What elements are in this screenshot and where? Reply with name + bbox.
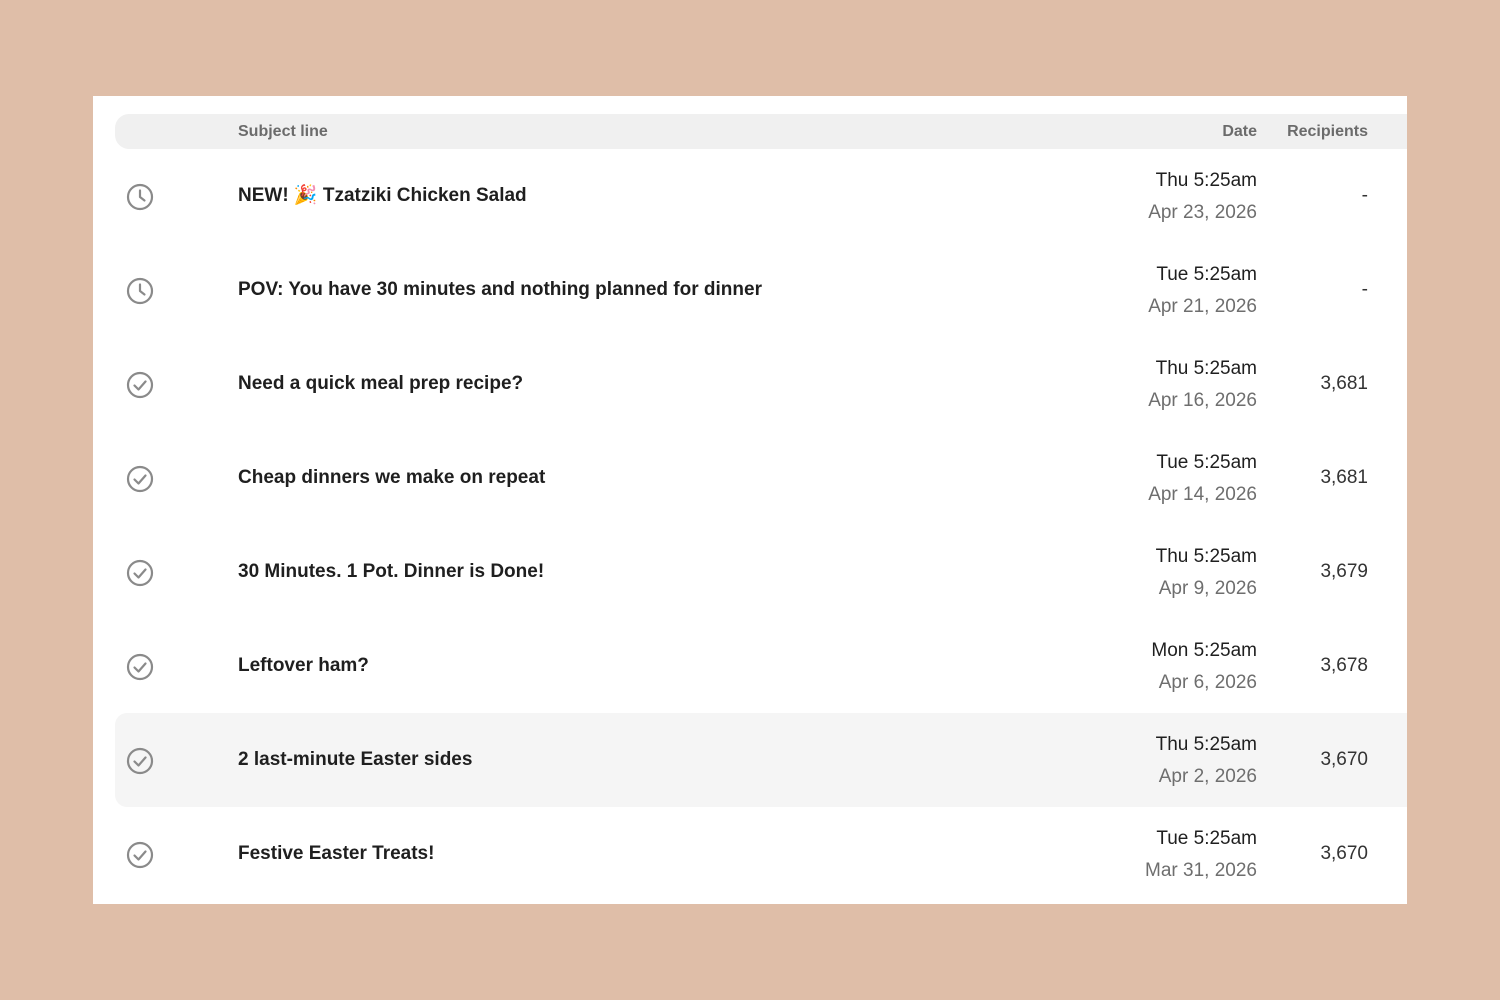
- send-time: Thu 5:25am: [1155, 546, 1257, 567]
- send-day: Apr 16, 2026: [1148, 390, 1257, 411]
- table-row[interactable]: Cheap dinners we make on repeat Tue 5:25…: [115, 431, 1407, 525]
- check-circle-icon: [126, 841, 154, 869]
- check-circle-icon: [126, 371, 154, 399]
- recipient-count: 3,681: [1320, 467, 1368, 488]
- column-header-subject[interactable]: Subject line: [238, 114, 328, 149]
- recipient-count: 3,678: [1320, 655, 1368, 676]
- recipient-count: 3,681: [1320, 373, 1368, 394]
- subject-line[interactable]: NEW! 🎉 Tzatziki Chicken Salad: [238, 149, 527, 243]
- recipient-count: 3,670: [1320, 843, 1368, 864]
- send-day: Apr 14, 2026: [1148, 484, 1257, 505]
- check-circle-icon: [126, 653, 154, 681]
- table-row[interactable]: Festive Easter Treats! Tue 5:25am Mar 31…: [115, 807, 1407, 901]
- recipient-count: 3,670: [1320, 749, 1368, 770]
- send-day: Mar 31, 2026: [1145, 860, 1257, 881]
- send-date: Tue 5:25am Apr 21, 2026: [1148, 259, 1257, 323]
- send-time: Thu 5:25am: [1155, 358, 1257, 379]
- subject-line[interactable]: POV: You have 30 minutes and nothing pla…: [238, 243, 762, 337]
- recipient-count: 3,679: [1320, 561, 1368, 582]
- send-time: Thu 5:25am: [1155, 734, 1257, 755]
- table-row[interactable]: Leftover ham? Mon 5:25am Apr 6, 2026 3,6…: [115, 619, 1407, 713]
- campaign-list-panel: Subject line Date Recipients NEW! 🎉 Tzat…: [93, 96, 1407, 904]
- table-row[interactable]: 30 Minutes. 1 Pot. Dinner is Done! Thu 5…: [115, 525, 1407, 619]
- send-day: Apr 2, 2026: [1158, 766, 1257, 787]
- clock-icon: [126, 183, 154, 211]
- subject-line[interactable]: Festive Easter Treats!: [238, 807, 434, 901]
- recipient-count: -: [1361, 185, 1368, 206]
- check-circle-icon: [126, 747, 154, 775]
- send-time: Tue 5:25am: [1156, 828, 1257, 849]
- column-header-recipients[interactable]: Recipients: [1287, 114, 1368, 149]
- subject-line[interactable]: Cheap dinners we make on repeat: [238, 431, 545, 525]
- send-date: Thu 5:25am Apr 16, 2026: [1148, 353, 1257, 417]
- table-header: Subject line Date Recipients: [115, 114, 1407, 149]
- table-row[interactable]: Need a quick meal prep recipe? Thu 5:25a…: [115, 337, 1407, 431]
- table-row[interactable]: POV: You have 30 minutes and nothing pla…: [115, 243, 1407, 337]
- recipient-count: -: [1361, 279, 1368, 300]
- subject-line[interactable]: 30 Minutes. 1 Pot. Dinner is Done!: [238, 525, 544, 619]
- send-time: Mon 5:25am: [1151, 640, 1257, 661]
- send-date: Thu 5:25am Apr 2, 2026: [1156, 729, 1257, 793]
- send-date: Tue 5:25am Mar 31, 2026: [1145, 823, 1257, 887]
- campaign-rows: NEW! 🎉 Tzatziki Chicken Salad Thu 5:25am…: [115, 149, 1407, 901]
- check-circle-icon: [126, 465, 154, 493]
- send-day: Apr 23, 2026: [1148, 202, 1257, 223]
- table-row[interactable]: 2 last-minute Easter sides Thu 5:25am Ap…: [115, 713, 1407, 807]
- send-date: Thu 5:25am Apr 9, 2026: [1156, 541, 1257, 605]
- send-date: Mon 5:25am Apr 6, 2026: [1151, 635, 1257, 699]
- send-day: Apr 9, 2026: [1158, 578, 1257, 599]
- clock-icon: [126, 277, 154, 305]
- column-header-date[interactable]: Date: [1222, 114, 1257, 149]
- send-date: Thu 5:25am Apr 23, 2026: [1148, 165, 1257, 229]
- send-day: Apr 6, 2026: [1158, 672, 1257, 693]
- check-circle-icon: [126, 559, 154, 587]
- subject-line[interactable]: Leftover ham?: [238, 619, 369, 713]
- send-time: Thu 5:25am: [1155, 170, 1257, 191]
- send-day: Apr 21, 2026: [1148, 296, 1257, 317]
- subject-line[interactable]: Need a quick meal prep recipe?: [238, 337, 523, 431]
- send-time: Tue 5:25am: [1156, 452, 1257, 473]
- send-date: Tue 5:25am Apr 14, 2026: [1148, 447, 1257, 511]
- send-time: Tue 5:25am: [1156, 264, 1257, 285]
- table-row[interactable]: NEW! 🎉 Tzatziki Chicken Salad Thu 5:25am…: [115, 149, 1407, 243]
- subject-line[interactable]: 2 last-minute Easter sides: [238, 713, 472, 807]
